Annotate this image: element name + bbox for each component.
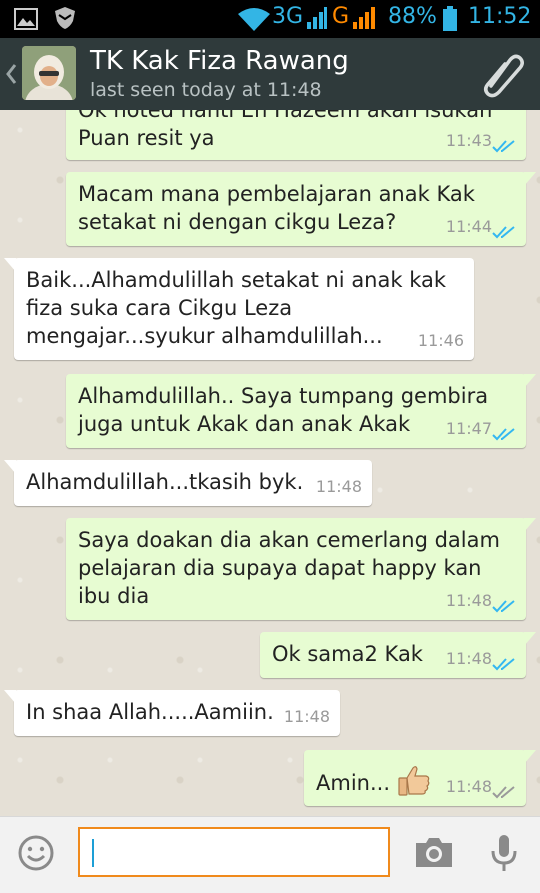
message-bubble-incoming[interactable]: Alhamdulillah...tkasih byk. 11:48 bbox=[4, 460, 372, 506]
message-bubble-outgoing[interactable]: Alhamdulillah.. Saya tumpang gembira jug… bbox=[66, 374, 536, 448]
wifi-icon bbox=[238, 8, 270, 31]
read-receipt-icon bbox=[492, 600, 515, 613]
last-seen-status: last seen today at 11:48 bbox=[90, 79, 322, 101]
chat-header: TK Kak Fiza Rawang last seen today at 11… bbox=[0, 38, 540, 110]
conversation-area[interactable]: Ok noted nanti En Hazeem akan isukan Pua… bbox=[0, 110, 540, 816]
camera-button[interactable] bbox=[410, 831, 458, 875]
emoji-button[interactable] bbox=[14, 831, 58, 875]
text-cursor bbox=[92, 839, 94, 867]
message-time: 11:46 bbox=[417, 331, 464, 350]
bubble-tail bbox=[4, 460, 16, 474]
message-text: Alhamdulillah...tkasih byk. bbox=[26, 470, 304, 494]
read-receipt-icon bbox=[492, 140, 515, 153]
message-text: Saya doakan dia akan cemerlang dalam pel… bbox=[78, 528, 500, 608]
message-time: 11:48 bbox=[445, 777, 492, 796]
camera-icon bbox=[416, 838, 452, 867]
message-text: Amin... bbox=[316, 771, 390, 795]
avatar bbox=[22, 46, 76, 100]
attach-button[interactable] bbox=[472, 44, 532, 104]
bubble-tail bbox=[524, 172, 536, 186]
signal-icon-2 bbox=[353, 7, 375, 29]
avatar-person-icon bbox=[22, 46, 76, 100]
bubble-tail bbox=[524, 750, 536, 764]
read-receipt-icon bbox=[492, 226, 515, 239]
message-bubble-incoming[interactable]: In shaa Allah.....Aamiin. 11:48 bbox=[4, 690, 340, 736]
bubble-tail bbox=[524, 632, 536, 646]
message-bubble-outgoing[interactable]: Ok sama2 Kak 11:48 bbox=[260, 632, 536, 678]
thumbs-up-icon bbox=[398, 766, 430, 796]
compose-bar bbox=[0, 816, 540, 893]
shield-notification-icon bbox=[55, 7, 75, 29]
voice-record-button[interactable] bbox=[480, 829, 528, 877]
bubble-tail bbox=[524, 518, 536, 532]
network-3g-label: 3G bbox=[272, 4, 304, 29]
message-time: 11:48 bbox=[283, 707, 330, 726]
message-bubble-outgoing[interactable]: Ok noted nanti En Hazeem akan isukan Pua… bbox=[66, 110, 526, 160]
message-time: 11:48 bbox=[315, 477, 362, 496]
read-receipt-icon bbox=[492, 658, 515, 671]
message-time: 11:44 bbox=[445, 217, 492, 236]
message-bubble-outgoing[interactable]: Amin... 11:48 bbox=[304, 750, 536, 806]
battery-percent: 88% bbox=[388, 4, 437, 29]
message-time: 11:48 bbox=[445, 591, 492, 610]
message-time: 11:43 bbox=[445, 131, 492, 150]
gallery-notification-icon bbox=[14, 8, 38, 30]
read-receipt-icon bbox=[492, 428, 515, 441]
bubble-tail bbox=[4, 258, 16, 272]
message-text: In shaa Allah.....Aamiin. bbox=[26, 700, 274, 724]
back-button[interactable] bbox=[0, 38, 82, 110]
message-text: Ok noted nanti En Hazeem akan isukan Pua… bbox=[78, 110, 493, 150]
bubble-tail bbox=[524, 374, 536, 388]
microphone-icon bbox=[491, 835, 517, 871]
clock: 11:52 bbox=[468, 4, 532, 29]
signal-icon-1 bbox=[307, 7, 327, 29]
battery-icon bbox=[443, 6, 457, 31]
message-time: 11:47 bbox=[445, 419, 492, 438]
contact-info[interactable]: TK Kak Fiza Rawang last seen today at 11… bbox=[90, 44, 470, 106]
delivered-receipt-icon bbox=[492, 786, 515, 799]
chevron-left-icon bbox=[6, 64, 17, 84]
status-bar: 3G G 88% 11:52 bbox=[0, 0, 540, 38]
paperclip-icon bbox=[484, 54, 524, 98]
message-time: 11:48 bbox=[445, 649, 492, 668]
message-bubble-outgoing[interactable]: Saya doakan dia akan cemerlang dalam pel… bbox=[66, 518, 536, 620]
smiley-icon bbox=[18, 835, 54, 871]
message-text: Baik...Alhamdulillah setakat ni anak kak… bbox=[26, 268, 447, 348]
contact-name: TK Kak Fiza Rawang bbox=[90, 46, 349, 76]
network-g-label: G bbox=[332, 4, 350, 29]
message-bubble-incoming[interactable]: Baik...Alhamdulillah setakat ni anak kak… bbox=[4, 258, 474, 360]
message-bubble-outgoing[interactable]: Macam mana pembelajaran anak Kak setakat… bbox=[66, 172, 536, 246]
bubble-tail bbox=[4, 690, 16, 704]
message-input[interactable] bbox=[78, 827, 390, 877]
